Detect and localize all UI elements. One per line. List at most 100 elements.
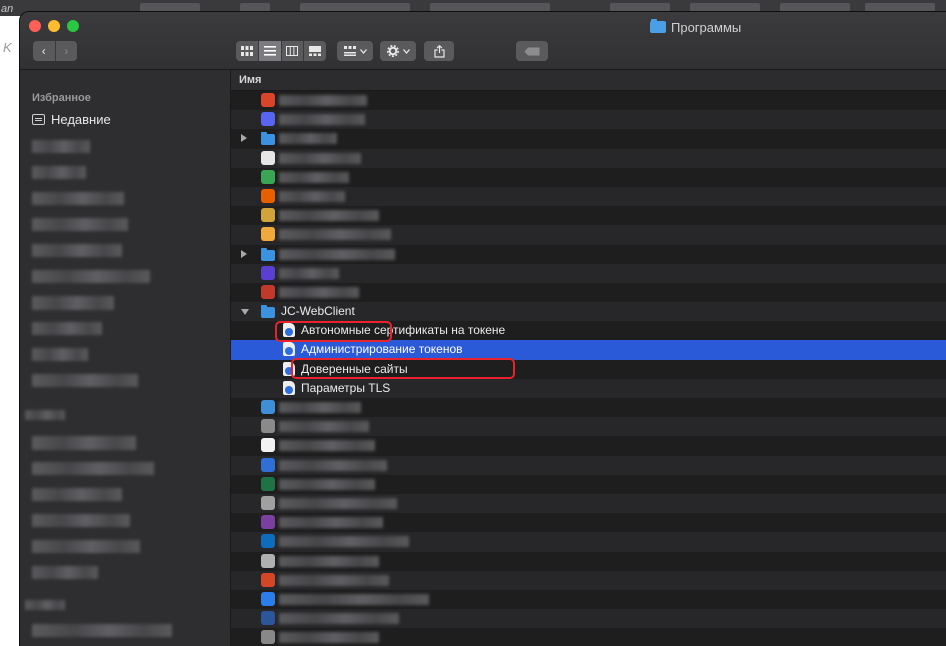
sidebar-item-redacted[interactable] [32, 624, 172, 637]
file-row[interactable] [231, 91, 946, 111]
background-blur [610, 3, 670, 12]
file-row[interactable] [231, 628, 946, 646]
folder-row[interactable]: JC-WebClient [231, 302, 946, 322]
file-row[interactable] [231, 436, 946, 456]
file-row[interactable] [231, 148, 946, 168]
app-icon [261, 400, 275, 414]
file-row[interactable] [231, 513, 946, 533]
background-blur [240, 3, 270, 12]
file-row[interactable] [231, 493, 946, 514]
action-menu-button[interactable] [380, 41, 416, 61]
file-row[interactable] [231, 282, 946, 303]
file-row[interactable] [231, 570, 946, 590]
sidebar-item-redacted[interactable] [32, 462, 154, 475]
app-icon [261, 630, 275, 645]
file-row[interactable] [231, 110, 946, 130]
sidebar-item-redacted[interactable] [32, 488, 122, 501]
folder-icon [261, 305, 275, 319]
file-row[interactable] [231, 167, 946, 187]
file-name-redacted [279, 171, 349, 183]
file-name-redacted [279, 478, 375, 490]
disclosure-collapsed-icon[interactable] [241, 249, 247, 258]
folder-icon [261, 247, 275, 261]
sidebar-item-redacted[interactable] [32, 436, 136, 450]
background-blur [865, 3, 935, 12]
sidebar-item-redacted[interactable] [32, 192, 124, 205]
app-icon [261, 591, 275, 606]
share-button[interactable] [424, 41, 454, 61]
edit-tags-button[interactable] [516, 41, 548, 61]
file-row[interactable] [231, 551, 946, 571]
sidebar-item-redacted[interactable] [32, 374, 138, 387]
disclosure-collapsed-icon[interactable] [241, 134, 247, 143]
file-row[interactable] [231, 474, 946, 494]
chevron-down-icon [359, 48, 367, 54]
back-button[interactable]: ‹ [33, 41, 55, 61]
file-row[interactable] [231, 225, 946, 245]
sidebar-item-recents[interactable]: Недавние [32, 112, 111, 127]
sidebar-item-redacted[interactable] [32, 514, 130, 527]
folder-row[interactable] [231, 129, 946, 149]
file-name-redacted [279, 613, 399, 625]
sidebar-item-redacted[interactable] [32, 296, 114, 310]
sidebar-item-redacted[interactable] [32, 218, 128, 231]
background-text-fragment: an [1, 3, 14, 15]
list-view-button[interactable] [258, 41, 282, 61]
forward-button[interactable]: › [54, 41, 78, 61]
file-name-redacted [279, 267, 339, 279]
file-row[interactable]: Параметры TLS [231, 378, 946, 398]
sidebar-item-redacted[interactable] [32, 348, 88, 361]
background-blur [690, 3, 760, 12]
file-row[interactable]: Администрирование токенов [231, 340, 946, 360]
file-name-redacted [279, 574, 389, 586]
file-row[interactable] [231, 589, 946, 610]
file-row[interactable] [231, 206, 946, 226]
sidebar-item-redacted[interactable] [32, 244, 122, 257]
file-row[interactable] [231, 455, 946, 475]
minimize-window-button[interactable] [48, 20, 60, 32]
group-by-button[interactable] [337, 41, 373, 61]
file-row[interactable] [231, 398, 946, 418]
app-icon [261, 227, 275, 242]
file-row[interactable] [231, 609, 946, 629]
column-view-icon [286, 46, 299, 56]
icon-view-button[interactable] [236, 41, 259, 61]
sidebar-item-redacted[interactable] [32, 566, 98, 579]
file-row[interactable] [231, 532, 946, 552]
file-name-redacted [279, 229, 391, 241]
column-header-label: Имя [239, 74, 262, 86]
column-view-button[interactable] [282, 41, 305, 61]
app-icon [261, 112, 275, 127]
background-blur [300, 3, 410, 12]
app-icon [261, 188, 275, 203]
file-row[interactable] [231, 263, 946, 283]
group-icon [343, 46, 356, 56]
file-name-redacted [279, 190, 345, 202]
sidebar-item-redacted[interactable] [32, 140, 90, 153]
chevron-down-icon [402, 48, 410, 54]
chevron-left-icon: ‹ [41, 44, 46, 58]
file-list: Имя JC-WebClient Автономные сертификаты н… [231, 70, 946, 646]
sidebar-item-redacted[interactable] [32, 322, 102, 335]
gallery-view-button[interactable] [304, 41, 326, 61]
zoom-window-button[interactable] [67, 20, 79, 32]
column-header-name[interactable]: Имя [231, 70, 946, 91]
folder-row[interactable] [231, 244, 946, 264]
file-name-redacted [279, 421, 369, 433]
file-name: JC-WebClient [281, 304, 355, 319]
close-window-button[interactable] [29, 20, 41, 32]
folder-icon [650, 19, 666, 33]
background-blur [780, 3, 850, 12]
sidebar-item-redacted[interactable] [32, 540, 140, 553]
file-name-redacted [279, 286, 359, 298]
disclosure-expanded-icon[interactable] [241, 309, 249, 316]
app-icon [261, 515, 275, 530]
file-row[interactable] [231, 186, 946, 207]
app-icon [261, 457, 275, 472]
file-name-redacted [279, 95, 367, 106]
highlight-annotation [275, 321, 392, 342]
sidebar-item-redacted[interactable] [32, 166, 86, 179]
sidebar-item-redacted[interactable] [32, 270, 150, 283]
file-row[interactable] [231, 417, 946, 437]
file-name-redacted [279, 497, 397, 509]
